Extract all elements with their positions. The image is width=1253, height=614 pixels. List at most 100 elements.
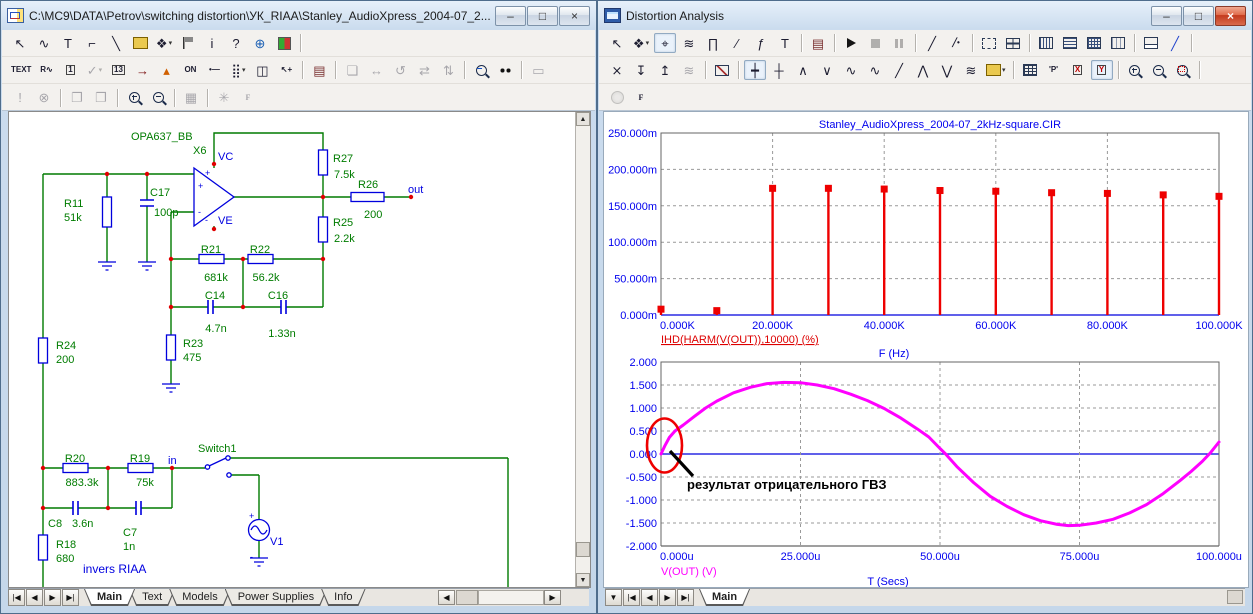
attributes-icon[interactable]: ▤ (308, 60, 330, 80)
shape-menu-icon[interactable]: ❖▾ (153, 33, 175, 53)
pin-numbers-icon[interactable]: 1 (59, 60, 81, 80)
tab-models[interactable]: Models (169, 589, 230, 606)
find-icon[interactable] (494, 60, 516, 80)
schematic-hscrollbar[interactable]: ◀ ▶ (438, 590, 578, 605)
plot-area[interactable]: Stanley_AudioXpress_2004-07_2kHz-square.… (603, 111, 1249, 588)
zoom-in-icon[interactable] (1124, 60, 1146, 80)
cursor-snap-icon[interactable]: ↖+ (275, 60, 297, 80)
cursor-low-icon[interactable]: ↧ (630, 60, 652, 80)
maximize-button[interactable]: □ (1183, 6, 1214, 26)
schematic-vscrollbar[interactable]: ▲ ▼ (575, 112, 590, 587)
region-box-icon[interactable]: ▦ (180, 88, 202, 108)
tab-info[interactable]: Info (321, 589, 365, 606)
y-scale-icon[interactable]: Y (1091, 60, 1113, 80)
current-arrow-icon[interactable]: → (131, 60, 153, 80)
slope-icon[interactable]: ╱ (888, 60, 910, 80)
skew-line-icon[interactable]: ╱ (1164, 33, 1186, 53)
stop-icon[interactable] (864, 33, 886, 53)
close-button[interactable]: × (559, 6, 590, 26)
vip-icon[interactable]: ✓▾ (83, 60, 105, 80)
error-circle-icon[interactable]: ⊗ (33, 88, 55, 108)
nav-button[interactable]: ▶| (62, 589, 79, 606)
wave-small-icon[interactable]: ∿ (840, 60, 862, 80)
nav-button[interactable]: ◀ (26, 589, 43, 606)
cursor-h-icon[interactable]: ┿ (744, 60, 766, 80)
pattern-horizontal-icon[interactable] (1059, 33, 1081, 53)
minimize-button[interactable]: – (1151, 6, 1182, 26)
nav-button[interactable]: |◀ (8, 589, 25, 606)
polyline-icon[interactable]: ╱• (945, 33, 967, 53)
attribute-text-icon[interactable]: R∿ (35, 60, 57, 80)
component-mode-icon[interactable] (129, 33, 151, 53)
function-f-icon[interactable]: F (237, 88, 259, 108)
info-circle-icon[interactable]: ! (9, 88, 31, 108)
table-icon[interactable] (1019, 60, 1041, 80)
wave-pair-icon[interactable]: ≋ (678, 33, 700, 53)
text-mode-icon[interactable]: T (57, 33, 79, 53)
run-icon[interactable] (840, 33, 862, 53)
flip-y-icon[interactable]: ⇅ (437, 60, 459, 80)
power-icon[interactable]: ▴ (155, 60, 177, 80)
rotate-icon[interactable]: ↺ (389, 60, 411, 80)
flower-icon[interactable]: ✳ (213, 88, 235, 108)
fx-icon[interactable]: ƒ (750, 33, 772, 53)
pulse-icon[interactable]: ∏ (702, 33, 724, 53)
diagonal-line-icon[interactable]: ╲ (105, 33, 127, 53)
scroll-up-button[interactable]: ▲ (576, 112, 590, 126)
find-wave-icon[interactable] (470, 60, 492, 80)
hscroll-track[interactable] (478, 590, 544, 605)
grid-box-icon[interactable] (1002, 33, 1024, 53)
select-tool-icon[interactable]: ↖ (606, 33, 628, 53)
select-box-icon[interactable] (978, 33, 1000, 53)
tab-power-supplies[interactable]: Power Supplies (225, 589, 327, 606)
grid-text-icon[interactable]: TEXT (9, 60, 33, 80)
display-icon[interactable]: ▭ (527, 60, 549, 80)
globe-icon[interactable] (606, 88, 628, 108)
wave-gray-icon[interactable]: ≋ (678, 60, 700, 80)
ramp-icon[interactable]: ∕ (726, 33, 748, 53)
scope-xy-icon[interactable] (711, 60, 733, 80)
scroll-right-button[interactable]: ▶ (544, 590, 561, 605)
pin-state-icon[interactable]: ON (179, 60, 201, 80)
cursor-high-icon[interactable]: ↥ (654, 60, 676, 80)
nav-button[interactable]: ▼ (605, 589, 622, 606)
peak-icon[interactable]: ∧ (792, 60, 814, 80)
wave-small2-icon[interactable]: ∿ (864, 60, 886, 80)
web-icon[interactable]: ⊕ (249, 33, 271, 53)
zoom-in-icon[interactable] (123, 88, 145, 108)
properties-icon[interactable]: ▤ (807, 33, 829, 53)
accuracy-icon[interactable] (273, 33, 295, 53)
zoom-out-icon[interactable] (1148, 60, 1170, 80)
schematic-canvas[interactable]: OPA637_BB X6 R11 51k C17 100p R27 7.5k R… (8, 111, 591, 588)
text-mode-icon[interactable]: T (774, 33, 796, 53)
box-select-icon[interactable]: ❏ (341, 60, 363, 80)
tab-main[interactable]: Main (84, 589, 135, 606)
schematic-titlebar[interactable]: C:\MC9\DATA\Petrov\switching distortion\… (1, 1, 596, 30)
shape-menu-icon[interactable]: ❖▾ (630, 33, 652, 53)
paste-page-icon[interactable]: ❐ (90, 88, 112, 108)
close-button[interactable]: × (1215, 6, 1246, 26)
schematic-drawing[interactable]: OPA637_BB X6 R11 51k C17 100p R27 7.5k R… (9, 112, 577, 587)
hscroll-thumb[interactable] (456, 590, 478, 605)
scroll-left-button[interactable]: ◀ (438, 590, 455, 605)
node-numbers-icon[interactable]: 13 (107, 60, 129, 80)
scroll-corner[interactable] (1227, 590, 1243, 604)
tab-main[interactable]: Main (699, 589, 750, 606)
vscroll-thumb[interactable] (576, 542, 590, 557)
zoom-out-icon[interactable] (147, 88, 169, 108)
cursor-v-icon[interactable]: ┼ (768, 60, 790, 80)
analysis-titlebar[interactable]: Distortion Analysis – □ × (598, 1, 1252, 30)
zoom-box-icon[interactable] (1172, 60, 1194, 80)
envelope-icon[interactable]: ≋ (960, 60, 982, 80)
data-points-icon[interactable]: ▾ (984, 60, 1008, 80)
nav-button[interactable]: ▶ (44, 589, 61, 606)
maximize-button[interactable]: □ (527, 6, 558, 26)
nav-button[interactable]: |◀ (623, 589, 640, 606)
info-mode-icon[interactable]: i (201, 33, 223, 53)
peaks-icon[interactable]: ⋀ (912, 60, 934, 80)
wire-mode-icon[interactable]: ∿ (33, 33, 55, 53)
pattern-vertical-icon[interactable] (1035, 33, 1057, 53)
ortho-wire-icon[interactable]: ⌐ (81, 33, 103, 53)
pause-icon[interactable] (888, 33, 910, 53)
p-key-icon[interactable]: 'P' (1043, 60, 1065, 80)
